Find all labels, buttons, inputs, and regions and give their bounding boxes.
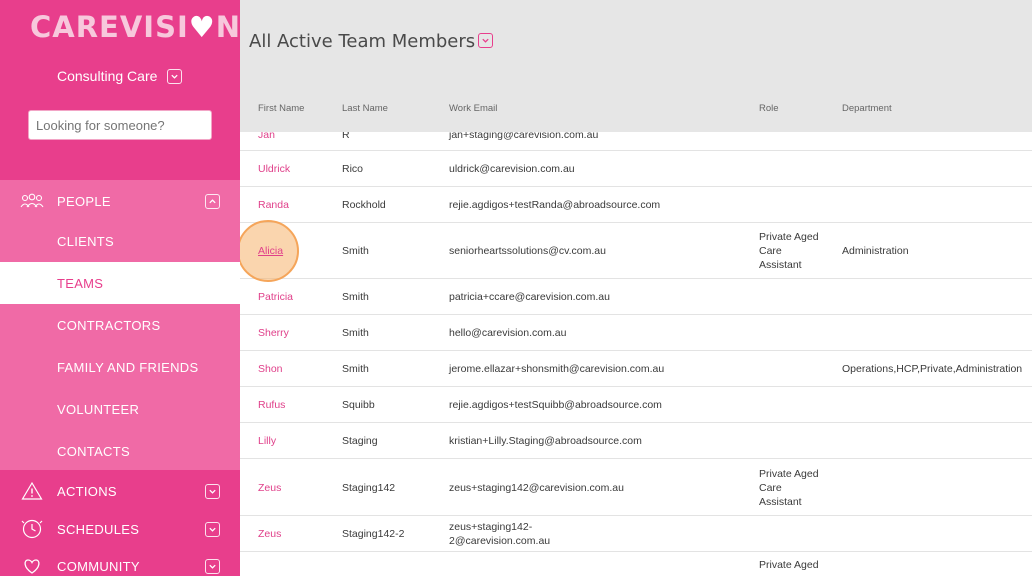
chevron-up-icon[interactable] xyxy=(205,193,220,209)
table-row[interactable]: Rufus Squibb rejie.agdigos+testSquibb@ab… xyxy=(240,387,1032,423)
heart-icon: ♥ xyxy=(188,10,216,44)
work-email: seniorheartssolutions@cv.com.au xyxy=(449,245,606,257)
table-row[interactable]: Zeus Staging142 zeus+staging142@carevisi… xyxy=(240,459,1032,516)
nav-item-contractors[interactable]: CONTRACTORS xyxy=(0,304,240,346)
nav-actions[interactable]: ACTIONS xyxy=(0,470,240,512)
table-row[interactable]: Sherry Smith hello@carevision.com.au xyxy=(240,315,1032,351)
nav-community[interactable]: COMMUNITY xyxy=(0,545,240,576)
nav-item-teams[interactable]: TEAMS xyxy=(0,262,240,304)
nav-actions-label: ACTIONS xyxy=(57,483,117,499)
column-header-first-name[interactable]: First Name xyxy=(258,103,304,114)
nav-community-label: COMMUNITY xyxy=(57,558,140,574)
first-name-link[interactable]: Randa xyxy=(258,187,289,223)
work-email: zeus+staging142@carevision.com.au xyxy=(449,481,624,494)
table-row[interactable]: Shon Smith jerome.ellazar+shonsmith@care… xyxy=(240,351,1032,387)
first-name-link[interactable]: Shon xyxy=(258,351,283,387)
last-name: Rico xyxy=(342,163,364,175)
sidebar: CAREVISI♥N Consulting Care PEOPLE CLIENT… xyxy=(0,0,240,576)
table-row[interactable]: Patricia Smith patricia+ccare@carevision… xyxy=(240,279,1032,315)
nav-item-clients[interactable]: CLIENTS xyxy=(0,220,240,262)
people-nav-section: PEOPLE CLIENTS TEAMS CONTRACTORS FAMILY … xyxy=(0,180,240,473)
last-name: Rockhold xyxy=(342,199,386,211)
people-icon xyxy=(20,189,44,213)
table-row[interactable]: Jan R jan+staging@carevision.com.au xyxy=(240,132,1032,151)
nav-item-family-and-friends[interactable]: FAMILY AND FRIENDS xyxy=(0,346,240,388)
first-name-link[interactable]: Sherry xyxy=(258,315,289,351)
clock-icon xyxy=(20,517,44,541)
work-email: uldrick@carevision.com.au xyxy=(449,163,575,175)
table-row[interactable]: Randa Rockhold rejie.agdigos+testRanda@a… xyxy=(240,187,1032,223)
team-members-table: Jan R jan+staging@carevision.com.au Uldr… xyxy=(240,132,1032,576)
nav-people[interactable]: PEOPLE xyxy=(0,180,240,222)
first-name-link[interactable]: Lilly xyxy=(258,423,276,459)
chevron-down-icon[interactable] xyxy=(205,483,220,499)
table-row[interactable]: Lilly Staging kristian+Lilly.Staging@abr… xyxy=(240,423,1032,459)
org-name: Consulting Care xyxy=(57,68,158,84)
nav-schedules-label: SCHEDULES xyxy=(57,521,140,537)
last-name: Staging xyxy=(342,435,378,447)
work-email: hello@carevision.com.au xyxy=(449,327,567,339)
chevron-down-icon[interactable] xyxy=(478,33,493,48)
work-email: jan+staging@carevision.com.au xyxy=(449,132,599,141)
role: Private Aged Care Assistant xyxy=(759,231,819,271)
column-header-work-email[interactable]: Work Email xyxy=(449,103,497,114)
last-name: Staging142-2 xyxy=(342,528,405,540)
first-name-link[interactable]: Zeus xyxy=(258,459,281,516)
work-email: patricia+ccare@carevision.com.au xyxy=(449,291,610,303)
table-row[interactable]: Zeus Staging142-2 zeus+staging142-2@care… xyxy=(240,516,1032,552)
work-email: rejie.agdigos+testSquibb@abroadsource.co… xyxy=(449,399,662,411)
role: Private Aged Care Assistant xyxy=(759,467,819,508)
chevron-down-icon[interactable] xyxy=(205,521,220,537)
last-name: Squibb xyxy=(342,399,375,411)
department: Operations,HCP,Private,Administration xyxy=(842,363,1023,375)
table-row[interactable]: Private Aged xyxy=(240,552,1032,576)
warning-icon xyxy=(20,479,44,503)
first-name-link[interactable]: Alicia xyxy=(258,223,283,279)
nav-item-contacts[interactable]: CONTACTS xyxy=(0,430,240,472)
chevron-down-icon[interactable] xyxy=(205,558,220,574)
last-name: Smith xyxy=(342,291,369,303)
first-name-link[interactable]: Rufus xyxy=(258,387,285,423)
role: Private Aged xyxy=(759,559,819,571)
nav-schedules[interactable]: SCHEDULES xyxy=(0,508,240,550)
search-input[interactable] xyxy=(28,110,212,140)
chevron-down-icon[interactable] xyxy=(167,68,183,84)
last-name: Staging142 xyxy=(342,481,396,494)
carevision-logo[interactable]: CAREVISI♥N xyxy=(30,10,240,44)
work-email: jerome.ellazar+shonsmith@carevision.com.… xyxy=(449,363,665,375)
last-name: Smith xyxy=(342,363,369,375)
main-content: All Active Team Members First Name Last … xyxy=(240,0,1032,576)
first-name-link[interactable]: Zeus xyxy=(258,516,281,552)
nav-item-volunteer[interactable]: VOLUNTEER xyxy=(0,388,240,430)
first-name-link[interactable]: Uldrick xyxy=(258,151,290,187)
last-name: R xyxy=(342,132,350,141)
column-header-role[interactable]: Role xyxy=(759,103,779,114)
last-name: Smith xyxy=(342,245,369,257)
work-email: rejie.agdigos+testRanda@abroadsource.com xyxy=(449,199,661,211)
nav-people-label: PEOPLE xyxy=(57,193,111,209)
page-title: All Active Team Members xyxy=(249,31,476,52)
last-name: Smith xyxy=(342,327,369,339)
first-name-link[interactable]: Jan xyxy=(258,132,275,151)
department: Administration xyxy=(842,245,909,257)
community-heart-icon xyxy=(20,554,44,576)
table-row[interactable]: Alicia Smith seniorheartssolutions@cv.co… xyxy=(240,220,1032,282)
table-row[interactable]: Uldrick Rico uldrick@carevision.com.au xyxy=(240,151,1032,187)
column-header-last-name[interactable]: Last Name xyxy=(342,103,388,114)
work-email: zeus+staging142-2@carevision.com.au xyxy=(449,521,551,547)
work-email: kristian+Lilly.Staging@abroadsource.com xyxy=(449,435,642,447)
column-header-department[interactable]: Department xyxy=(842,103,892,114)
first-name-link[interactable]: Patricia xyxy=(258,279,293,315)
org-selector[interactable]: Consulting Care xyxy=(57,68,183,84)
